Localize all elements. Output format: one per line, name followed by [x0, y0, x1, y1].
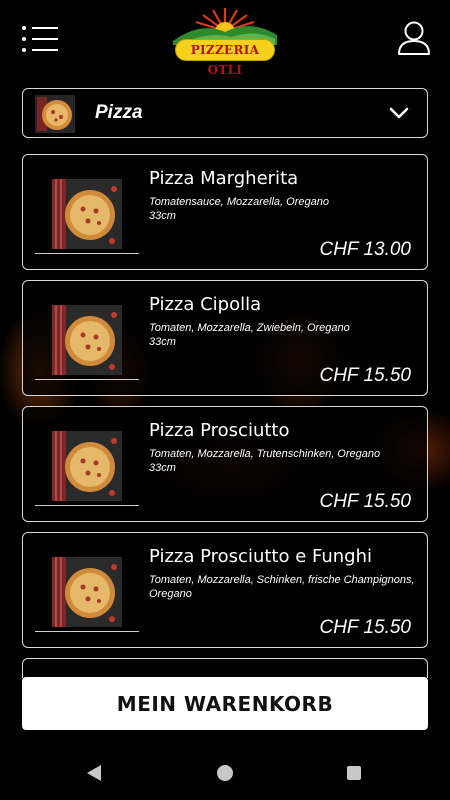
image-divider — [35, 379, 139, 380]
product-ingredients: Tomaten, Mozzarella, Trutenschinken, Ore… — [149, 448, 381, 460]
back-icon[interactable] — [86, 764, 102, 786]
image-divider — [35, 631, 139, 632]
pizza-image — [52, 431, 122, 501]
product-price: CHF 15.50 — [319, 617, 411, 638]
product-price: CHF 15.50 — [319, 491, 411, 512]
product-card[interactable]: Pizza Prosciutto e Funghi Tomaten, Mozza… — [22, 532, 428, 648]
product-description: Tomaten, Mozzarella, Zwiebeln, Oregano 3… — [149, 321, 419, 349]
pizza-image — [52, 179, 122, 249]
product-ingredients: Tomatensauce, Mozzarella, Oregano — [149, 196, 329, 208]
image-divider — [35, 505, 139, 506]
product-name: Pizza Prosciutto e Funghi — [149, 546, 373, 567]
product-name: Pizza Cipolla — [149, 294, 262, 315]
app-header: PIZZERIA OTLI — [0, 0, 450, 78]
product-ingredients: Tomaten, Mozzarella, Zwiebeln, Oregano — [149, 322, 350, 334]
product-name: Pizza Margherita — [149, 168, 299, 189]
product-ingredients: Tomaten, Mozzarella, Schinken, frische C… — [149, 574, 415, 600]
hamburger-menu-icon[interactable] — [22, 26, 60, 52]
product-description: Tomaten, Mozzarella, Schinken, frische C… — [149, 573, 419, 601]
product-image — [35, 541, 139, 632]
pizzeria-logo: PIZZERIA OTLI — [171, 5, 279, 77]
pizza-thumbnail — [35, 95, 75, 133]
logo-text: PIZZERIA OTLI — [175, 39, 275, 77]
category-label: Pizza — [95, 102, 143, 123]
product-price: CHF 15.50 — [319, 365, 411, 386]
product-image — [35, 163, 139, 254]
product-card[interactable]: Pizza Prosciutto Tomaten, Mozzarella, Tr… — [22, 406, 428, 522]
product-card[interactable]: Pizza Margherita Tomatensauce, Mozzarell… — [22, 154, 428, 270]
image-divider — [35, 253, 139, 254]
chevron-down-icon — [389, 105, 409, 121]
product-size: 33cm — [149, 210, 176, 222]
pizza-image — [52, 305, 122, 375]
product-description: Tomaten, Mozzarella, Trutenschinken, Ore… — [149, 447, 419, 475]
product-image — [35, 289, 139, 380]
home-icon[interactable] — [217, 765, 233, 781]
user-icon[interactable] — [397, 20, 431, 56]
product-description: Tomatensauce, Mozzarella, Oregano 33cm — [149, 195, 419, 223]
system-navigation-bar — [0, 748, 450, 800]
product-card[interactable]: Pizza Cipolla Tomaten, Mozzarella, Zwieb… — [22, 280, 428, 396]
category-select[interactable]: Pizza — [22, 88, 428, 138]
product-size: 33cm — [149, 462, 176, 474]
cart-button[interactable]: MEIN WARENKORB — [22, 677, 428, 730]
product-name: Pizza Prosciutto — [149, 420, 290, 441]
recent-apps-icon[interactable] — [347, 766, 361, 780]
pizza-image — [52, 557, 122, 627]
product-card-partial[interactable] — [22, 658, 428, 678]
product-size: 33cm — [149, 336, 176, 348]
product-image — [35, 415, 139, 506]
product-price: CHF 13.00 — [319, 239, 411, 260]
